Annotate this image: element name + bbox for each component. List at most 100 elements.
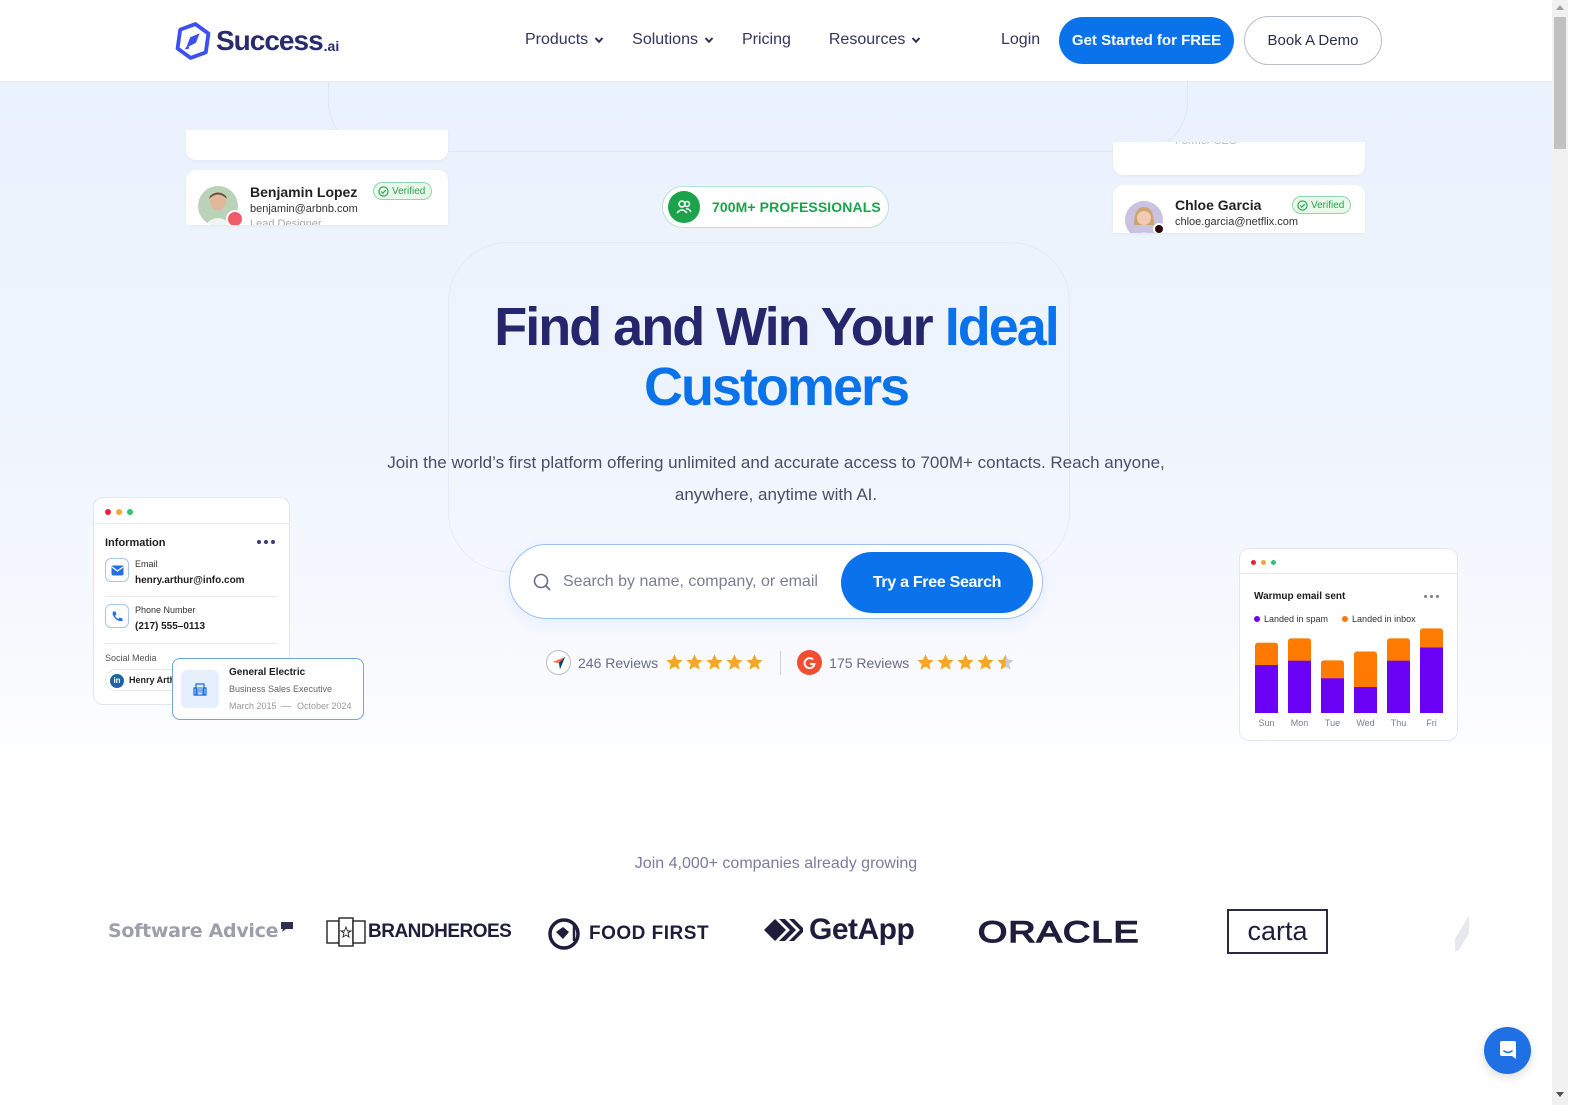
- window-dots: [105, 509, 133, 515]
- getapp-chevrons-icon: [764, 919, 803, 941]
- hero-headline-line2: Customers: [643, 357, 910, 417]
- warmup-bar-chart: Sun Mon Tue Wed Thu Fri: [1255, 628, 1443, 728]
- star-icon: [706, 654, 723, 670]
- date-separator: [281, 706, 291, 707]
- page-scrollbar[interactable]: [1552, 0, 1568, 1105]
- bar-segment-inbox: [1387, 638, 1410, 661]
- brand-name: Software Advice: [108, 920, 279, 942]
- try-free-search-button[interactable]: Try a Free Search: [841, 552, 1033, 613]
- login-link[interactable]: Login: [1001, 31, 1040, 49]
- brand-getapp: GetApp: [763, 913, 915, 947]
- x-tick-label: Tue: [1325, 718, 1340, 728]
- x-tick-label: Wed: [1356, 718, 1374, 728]
- bar-sun: [1255, 642, 1278, 713]
- person-card-benjamin: Benjamin Lopez benjamin@arbnb.com Lead D…: [186, 170, 448, 225]
- star-icon: [746, 654, 763, 670]
- person-card-behind: Former CEO: [1113, 142, 1365, 175]
- headline-accent: Ideal: [944, 297, 1060, 357]
- brand-oracle: ORACLE: [977, 915, 1139, 950]
- bar-tue: [1321, 660, 1344, 713]
- company-badge-icon: [1153, 223, 1165, 233]
- job-end-date: October 2024: [297, 701, 352, 711]
- building-icon: [181, 670, 219, 708]
- nav-resources[interactable]: Resources: [829, 31, 921, 49]
- scroll-up-arrow-icon[interactable]: [1556, 5, 1564, 10]
- site-header: Success .ai Products Solutions Pricing R…: [0, 0, 1552, 82]
- more-options-icon[interactable]: [257, 540, 275, 544]
- nav-solutions[interactable]: Solutions: [632, 31, 714, 49]
- bar-segment-spam: [1387, 660, 1410, 713]
- book-demo-button[interactable]: Book A Demo: [1244, 16, 1382, 65]
- person-name: Chloe Garcia: [1175, 197, 1262, 213]
- nav-products-label: Products: [525, 31, 589, 48]
- divider: [780, 650, 782, 675]
- rating-stars: [665, 653, 764, 672]
- brand-carta: carta: [1227, 909, 1328, 954]
- nav-products[interactable]: Products: [525, 31, 604, 49]
- nav-pricing-label: Pricing: [741, 31, 791, 48]
- person-email: chloe.garcia@netflix.com: [1175, 216, 1299, 228]
- x-tick-label: Fri: [1426, 718, 1437, 728]
- food-first-mark-icon: [548, 918, 580, 950]
- person-role: Former CEO: [1175, 142, 1237, 147]
- logo[interactable]: Success .ai: [174, 22, 339, 60]
- linkedin-icon: in: [110, 674, 124, 688]
- person-role: Lead Designer: [250, 218, 322, 225]
- bar-segment-inbox: [1288, 638, 1311, 661]
- bar-wed: [1354, 651, 1377, 713]
- divider: [1240, 573, 1457, 574]
- check-circle-icon: [378, 185, 389, 197]
- brand-name: GetApp: [809, 913, 915, 946]
- chat-icon: [1499, 1040, 1516, 1059]
- companies-caption: Join 4,000+ companies already growing: [634, 855, 918, 872]
- main-nav: Products Solutions Pricing Resources: [525, 31, 921, 49]
- star-icon: [997, 654, 1014, 670]
- star-icon: [977, 654, 994, 670]
- professionals-badge: 700M+ PROFESSIONALS: [662, 186, 889, 228]
- brand-name: carta: [1247, 916, 1308, 946]
- capterra-icon[interactable]: [546, 650, 571, 675]
- bar-mon: [1288, 638, 1311, 713]
- more-options-icon[interactable]: [1424, 595, 1439, 598]
- x-tick-label: Sun: [1258, 718, 1274, 728]
- hero-section: Benjamin Lopez benjamin@arbnb.com Lead D…: [0, 82, 1552, 782]
- person-card-chloe: Chloe Garcia chloe.garcia@netflix.com Ve…: [1113, 185, 1365, 233]
- chart-title: Warmup email sent: [1254, 591, 1346, 602]
- rating-stars: [916, 653, 1015, 672]
- chat-widget-button[interactable]: [1484, 1027, 1531, 1074]
- logo-text: Success: [216, 25, 324, 56]
- search-bar: Try a Free Search: [509, 544, 1043, 619]
- bar-segment-inbox: [1321, 660, 1344, 679]
- x-tick-label: Mon: [1291, 718, 1309, 728]
- bar-segment-inbox: [1354, 651, 1377, 688]
- get-started-button[interactable]: Get Started for FREE: [1059, 17, 1234, 64]
- job-start-date: March 2015: [229, 701, 277, 711]
- verified-badge: Verified: [1292, 196, 1352, 214]
- window-dots: [1251, 560, 1276, 565]
- divider: [105, 643, 278, 644]
- nav-pricing[interactable]: Pricing: [742, 31, 791, 49]
- brand-software-advice: Software Advice: [108, 920, 294, 942]
- brand-name: ORACLE: [977, 915, 1140, 949]
- bar-segment-spam: [1288, 660, 1311, 713]
- star-icon: [686, 654, 703, 670]
- star-icon: [726, 654, 743, 670]
- partial-brand-logo: [1455, 915, 1469, 951]
- bar-thu: [1387, 638, 1410, 713]
- rocket-logo-icon: [175, 22, 211, 60]
- scrollbar-thumb[interactable]: [1554, 17, 1566, 149]
- bar-fri: [1420, 628, 1443, 713]
- warmup-chart-card: Warmup email sent Landed in spam Landed …: [1239, 548, 1458, 741]
- search-input[interactable]: [563, 565, 833, 599]
- divider: [94, 523, 289, 524]
- x-tick-label: Thu: [1391, 718, 1407, 728]
- star-icon: [957, 654, 974, 670]
- star-icon: [666, 654, 683, 670]
- scroll-down-arrow-icon[interactable]: [1556, 1092, 1564, 1097]
- chevron-down-icon: [594, 37, 604, 44]
- phone-value: (217) 555–0113: [135, 621, 206, 632]
- g2-icon[interactable]: [797, 650, 823, 675]
- person-name: Benjamin Lopez: [250, 184, 358, 200]
- headline-text: Find and Win Your: [494, 297, 945, 357]
- bar-segment-inbox: [1420, 628, 1443, 648]
